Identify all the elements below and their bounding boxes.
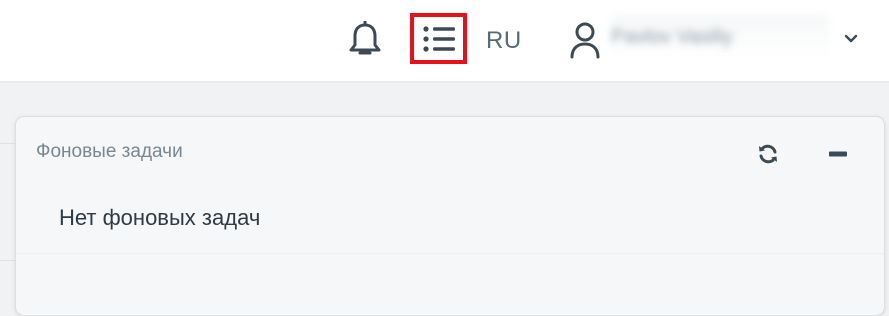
chevron-down-icon bbox=[844, 34, 858, 43]
minimize-button[interactable] bbox=[821, 137, 855, 171]
refresh-icon bbox=[759, 144, 777, 164]
background-tasks-panel: Фоновые задачи Нет фоновых задач bbox=[15, 116, 885, 316]
top-bar: RU Pavlov Vasiliy bbox=[0, 0, 889, 81]
background-tasks-button[interactable] bbox=[410, 13, 467, 64]
user-icon bbox=[570, 22, 600, 59]
refresh-button[interactable] bbox=[751, 137, 785, 171]
empty-state-message: Нет фоновых задач bbox=[59, 205, 261, 230]
minimize-icon bbox=[829, 151, 847, 157]
header-divider bbox=[0, 81, 889, 83]
notifications-button[interactable] bbox=[344, 18, 386, 62]
user-avatar[interactable] bbox=[565, 19, 605, 61]
panel-divider bbox=[16, 253, 884, 254]
list-icon bbox=[422, 25, 455, 52]
user-menu-toggle[interactable] bbox=[837, 26, 865, 52]
panel-title: Фоновые задачи bbox=[36, 141, 183, 162]
user-name[interactable]: Pavlov Vasiliy bbox=[611, 15, 829, 59]
bell-icon bbox=[349, 21, 381, 55]
language-switcher[interactable]: RU bbox=[486, 22, 522, 60]
